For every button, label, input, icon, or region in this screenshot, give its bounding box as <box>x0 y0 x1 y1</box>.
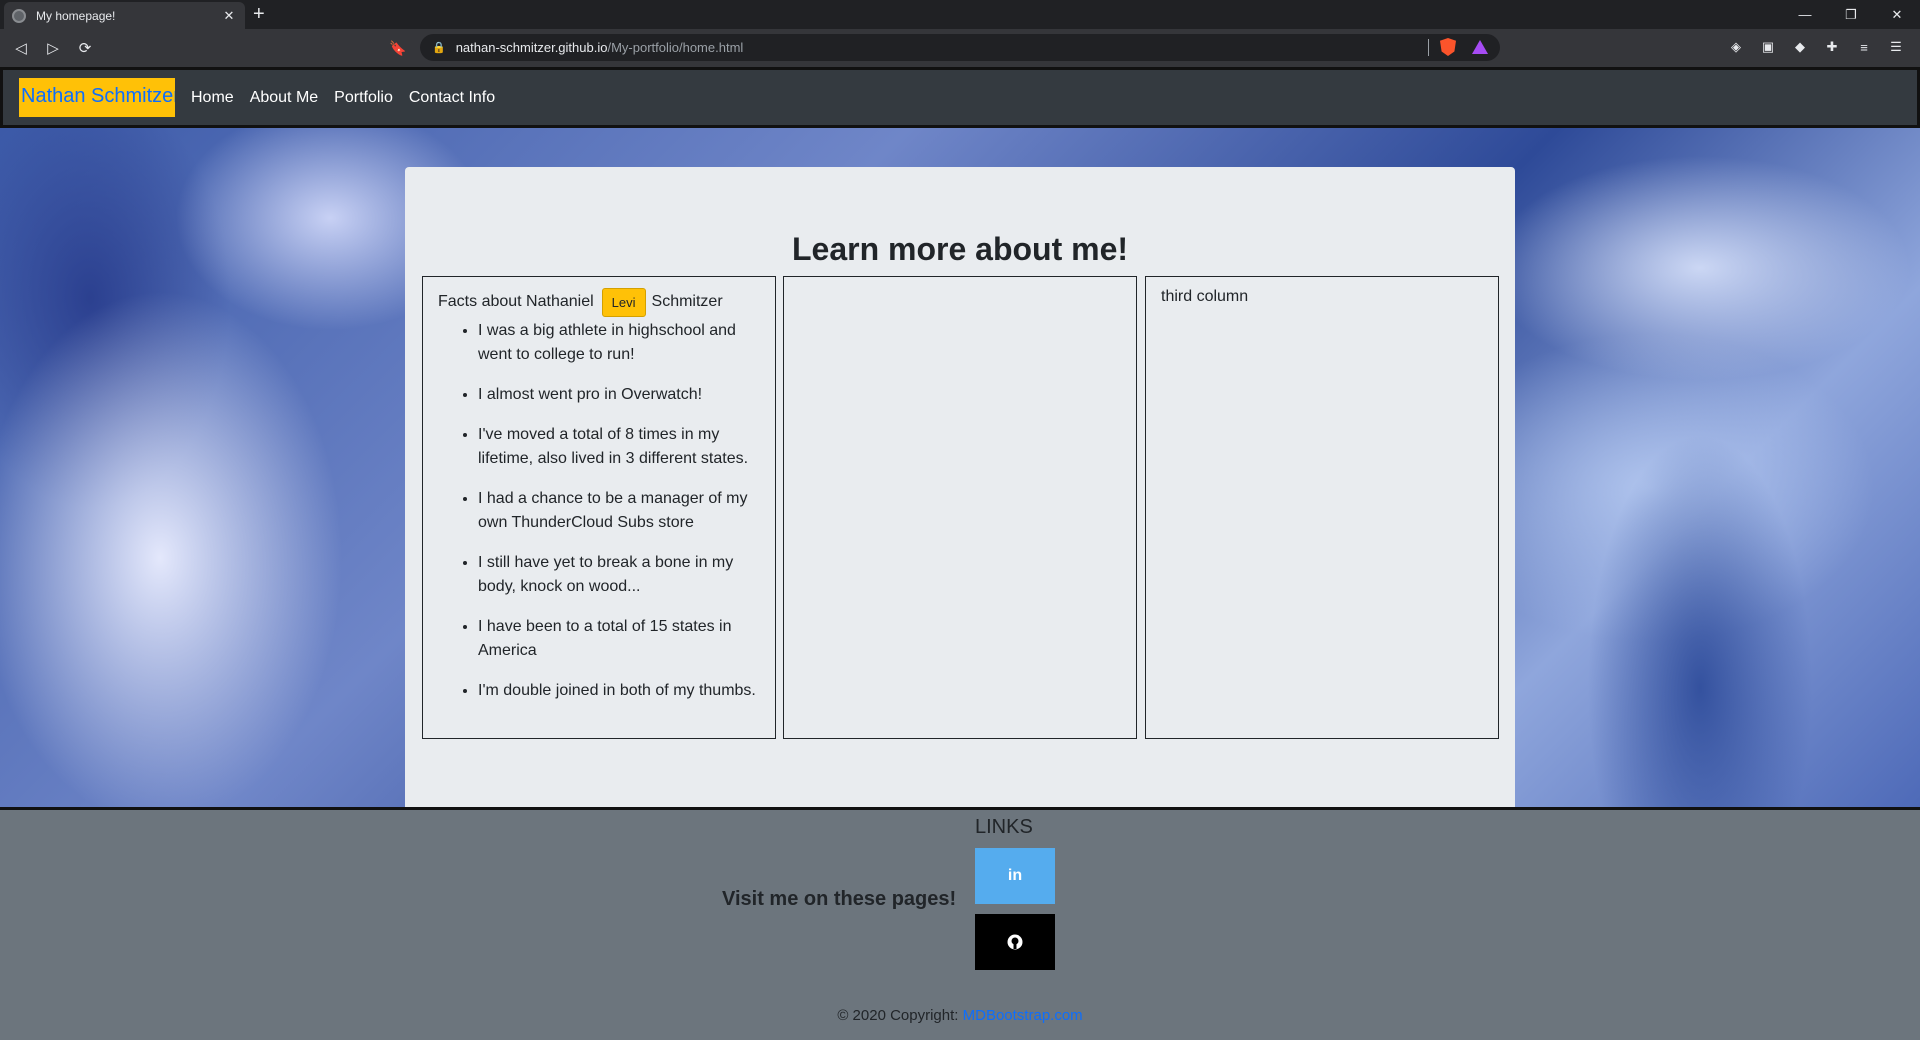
bookmark-icon[interactable]: 🔖 <box>388 37 408 59</box>
window-controls: — ❐ ✕ <box>1782 0 1920 29</box>
github-button[interactable] <box>975 914 1055 970</box>
copyright: © 2020 Copyright: MDBootstrap.com <box>0 1007 1920 1024</box>
extensions-area: ◈ ▣ ◆ ✚ ≡ ☰ <box>1726 37 1906 57</box>
browser-tab-bar: My homepage! ✕ + — ❐ ✕ <box>0 0 1920 29</box>
nav-link-contact[interactable]: Contact Info <box>409 89 495 107</box>
facts-column: Facts about Nathaniel Levi Schmitzer I w… <box>422 276 776 739</box>
facts-heading-start: Facts about Nathaniel <box>438 293 594 310</box>
list-item: I have been to a total of 15 states in A… <box>478 615 760 663</box>
browser-toolbar: ◁ ▷ ⟳ 🔖 🔒 nathan-schmitzer.github.io /My… <box>0 29 1920 67</box>
page-viewport: Nathan Schmitzer Home About Me Portfolio… <box>0 67 1920 1040</box>
facts-heading: Facts about Nathaniel Levi Schmitzer <box>438 287 760 317</box>
list-item: I was a big athlete in highschool and we… <box>478 319 760 367</box>
puzzle-icon[interactable]: ✚ <box>1822 37 1842 57</box>
list-item: I still have yet to break a bone in my b… <box>478 551 760 599</box>
facts-heading-end: Schmitzer <box>651 293 723 310</box>
playlist-icon[interactable]: ≡ <box>1854 37 1874 57</box>
back-icon[interactable]: ◁ <box>10 37 32 59</box>
close-tab-icon[interactable]: ✕ <box>221 8 237 24</box>
middle-name-badge[interactable]: Levi <box>601 287 646 317</box>
github-icon <box>1007 934 1023 950</box>
empty-column <box>783 276 1137 739</box>
facts-list: I was a big athlete in highschool and we… <box>438 319 760 703</box>
browser-tab[interactable]: My homepage! ✕ <box>4 2 245 29</box>
restore-button[interactable]: ❐ <box>1828 0 1874 29</box>
brave-rewards-icon[interactable] <box>1472 40 1488 54</box>
reload-icon[interactable]: ⟳ <box>74 37 96 59</box>
brand-link[interactable]: Nathan Schmitzer <box>19 78 175 117</box>
extension-icon[interactable]: ▣ <box>1758 37 1778 57</box>
url-path: /My-portfolio/home.html <box>607 40 744 55</box>
third-column: third column <box>1145 276 1499 739</box>
list-item: I almost went pro in Overwatch! <box>478 383 760 407</box>
extension-icon[interactable]: ◈ <box>1726 37 1746 57</box>
hero-background: Learn more about me! Facts about Nathani… <box>0 128 1920 807</box>
brave-shields-icon[interactable] <box>1440 38 1456 56</box>
url-host: nathan-schmitzer.github.io <box>455 40 608 55</box>
close-window-button[interactable]: ✕ <box>1874 0 1920 29</box>
list-item: I'm double joined in both of my thumbs. <box>478 679 760 703</box>
linkedin-icon: in <box>1007 867 1023 884</box>
extension-icon[interactable]: ◆ <box>1790 37 1810 57</box>
nav-links: Home About Me Portfolio Contact Info <box>191 89 511 107</box>
tab-title: My homepage! <box>36 8 116 23</box>
list-item: I had a chance to be a manager of my own… <box>478 487 760 535</box>
list-item: I've moved a total of 8 times in my life… <box>478 423 760 471</box>
links-heading: LINKS <box>975 816 1033 838</box>
copyright-text: © 2020 Copyright: <box>837 1007 963 1024</box>
new-tab-button[interactable]: + <box>253 4 265 24</box>
minimize-button[interactable]: — <box>1782 0 1828 29</box>
nav-link-about[interactable]: About Me <box>250 89 318 107</box>
nav-link-home[interactable]: Home <box>191 89 234 107</box>
third-column-text: third column <box>1161 288 1249 305</box>
address-bar[interactable]: 🔒 nathan-schmitzer.github.io /My-portfol… <box>420 34 1500 61</box>
site-footer: LINKS Visit me on these pages! in © 2020… <box>0 807 1920 1040</box>
lock-icon: 🔒 <box>432 42 446 54</box>
nav-link-portfolio[interactable]: Portfolio <box>334 89 393 107</box>
site-navbar: Nathan Schmitzer Home About Me Portfolio… <box>0 67 1920 128</box>
globe-icon <box>12 8 26 23</box>
forward-icon[interactable]: ▷ <box>42 37 64 59</box>
menu-icon[interactable]: ☰ <box>1886 37 1906 57</box>
linkedin-button[interactable]: in <box>975 848 1055 904</box>
about-card: Learn more about me! Facts about Nathani… <box>405 167 1515 807</box>
copyright-link[interactable]: MDBootstrap.com <box>963 1007 1083 1024</box>
page-title: Learn more about me! <box>791 231 1129 267</box>
url-divider <box>1428 39 1429 56</box>
visit-text: Visit me on these pages! <box>722 888 957 910</box>
